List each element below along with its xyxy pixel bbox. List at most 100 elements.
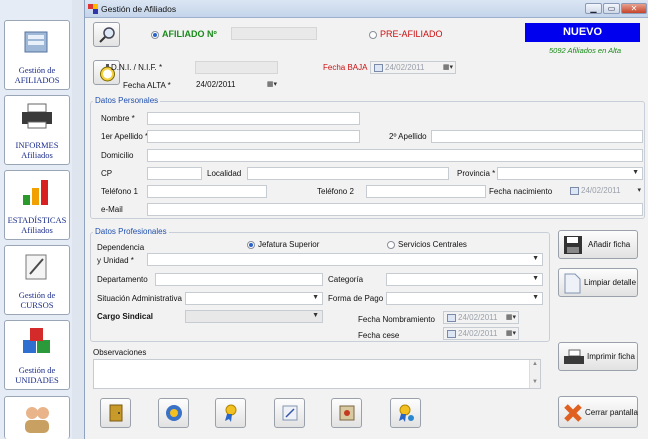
main-window: Gestión de Afiliados ▁ ▭ ✕ AFILIADO Nº P… (84, 0, 648, 439)
info-icon (166, 405, 182, 421)
afiliado-radio[interactable]: AFILIADO Nº (151, 29, 217, 39)
apellido1-field[interactable] (147, 130, 360, 143)
fecha-baja-label: Fecha BAJA (323, 63, 368, 72)
fecha-nac-picker[interactable]: 24/02/2011 ▾ (567, 185, 643, 198)
dependencia-label: Dependencia (97, 243, 145, 252)
fecha-alta-picker[interactable]: 24/02/2011 ▦▾ (193, 79, 279, 92)
award-button[interactable] (215, 398, 246, 428)
sidebar-item-informes[interactable]: INFORMES Afiliados (4, 95, 70, 165)
search-button[interactable] (93, 22, 120, 47)
forma-pago-select[interactable]: ▼ (386, 292, 543, 305)
email-field[interactable] (147, 203, 643, 216)
limpiar-detalle-button[interactable]: Limpiar detalle (558, 268, 638, 297)
folder-icon (24, 31, 48, 53)
servicios-radio[interactable]: Servicios Centrales (387, 240, 467, 249)
departamento-field[interactable] (155, 273, 323, 286)
telefono2-field[interactable] (366, 185, 486, 198)
award-user-button[interactable] (390, 398, 421, 428)
preafiliado-label: PRE-AFILIADO (380, 29, 443, 39)
chevron-down-icon: ▼ (312, 312, 319, 319)
sidebar-label: Afiliados (21, 225, 53, 235)
situacion-select[interactable]: ▼ (185, 292, 323, 305)
bar-chart-icon (23, 180, 48, 205)
nuevo-badge: NUEVO (525, 23, 640, 42)
cp-field[interactable] (147, 167, 202, 180)
note-button[interactable] (274, 398, 305, 428)
unidad-select[interactable]: ▼ (147, 253, 543, 266)
app-root: Gestión de AFILIADOS INFORMES Afiliados ES… (0, 0, 648, 439)
cubes-icon (23, 328, 50, 353)
maximize-button[interactable]: ▭ (603, 3, 620, 14)
fecha-baja-picker[interactable]: 24/02/2011 ▦▾ (370, 61, 456, 74)
categoria-label: Categoría (328, 275, 364, 284)
info-button[interactable] (158, 398, 189, 428)
close-window-button[interactable]: ✕ (621, 3, 647, 14)
categoria-select[interactable]: ▼ (386, 273, 543, 286)
fecha-nombramiento-picker[interactable]: 24/02/2011 ▦▾ (443, 311, 519, 324)
apellido2-label: 2º Apellido (389, 132, 427, 141)
fecha-nac-value: 24/02/2011 (581, 186, 621, 195)
sidebar: Gestión de AFILIADOS INFORMES Afiliados ES… (0, 0, 84, 439)
sidebar-label: CURSOS (20, 300, 54, 310)
cargo-label: Cargo Sindical (97, 312, 154, 321)
sidebar-item-afiliados[interactable]: Gestión de AFILIADOS (4, 20, 70, 90)
imprimir-label: Imprimir ficha (587, 352, 636, 361)
situacion-label: Situación Administrativa (97, 294, 182, 303)
calendar-icon (447, 329, 456, 338)
imprimir-ficha-button[interactable]: Imprimir ficha (558, 342, 638, 371)
close-x-icon (564, 404, 582, 422)
alta-count: 5092 Afiliados en Alta (549, 46, 621, 55)
fecha-nombramiento-label: Fecha Nombramiento (358, 315, 435, 324)
preafiliado-radio[interactable]: PRE-AFILIADO (369, 29, 443, 39)
chevron-down-icon: ▼ (532, 294, 539, 301)
cargo-select[interactable]: ▼ (185, 310, 323, 323)
email-label: e-Mail (101, 205, 123, 214)
datos-personales-title: Datos Personales (93, 96, 161, 105)
afiliado-number-field[interactable] (231, 27, 317, 40)
award-user-icon (399, 404, 414, 422)
servicios-label: Servicios Centrales (398, 240, 467, 249)
nombre-field[interactable] (147, 112, 360, 125)
calendar-icon (570, 186, 579, 195)
observaciones-scrollbar[interactable]: ▲ ▼ (529, 360, 540, 388)
app-icon (88, 4, 98, 14)
fecha-alta-label: Fecha ALTA * (123, 81, 171, 90)
award-icon (225, 404, 237, 422)
datos-profesionales-group (90, 232, 550, 342)
sidebar-item-unidades[interactable]: Gestión de UNIDADES (4, 320, 70, 390)
cerrar-pantalla-button[interactable]: Cerrar pantalla (558, 396, 638, 428)
sidebar-item-estadisticas[interactable]: ESTADÍSTICAS Afiliados (4, 170, 70, 240)
provincia-select[interactable]: ▼ (497, 167, 643, 180)
dni-field[interactable] (195, 61, 278, 74)
anadir-ficha-button[interactable]: Añadir ficha (558, 230, 638, 259)
localidad-field[interactable] (247, 167, 449, 180)
radio-dot (387, 240, 395, 249)
radio-dot (151, 30, 159, 39)
telefono1-label: Teléfono 1 (101, 187, 138, 196)
telefono1-field[interactable] (147, 185, 267, 198)
jefatura-radio[interactable]: Jefatura Superior (247, 240, 319, 249)
apellido2-field[interactable] (431, 130, 643, 143)
clean-icon (564, 273, 581, 294)
sidebar-label: INFORMES (15, 140, 59, 150)
printer-icon (22, 103, 52, 129)
minimize-button[interactable]: ▁ (585, 3, 602, 14)
observaciones-field[interactable] (93, 359, 541, 389)
localidad-label: Localidad (207, 169, 242, 178)
domicilio-field[interactable] (147, 149, 643, 162)
safe-button[interactable] (331, 398, 362, 428)
sidebar-item-usuarios[interactable] (4, 396, 70, 439)
fecha-cese-value: 24/02/2011 (458, 329, 498, 338)
departamento-label: Departamento (97, 275, 148, 284)
chevron-down-icon: ▦▾ (442, 64, 453, 71)
sidebar-scrollbar[interactable] (72, 0, 84, 439)
window-title: Gestión de Afiliados (101, 4, 177, 14)
afiliado-label: AFILIADO Nº (162, 29, 217, 39)
door-button[interactable] (100, 398, 131, 428)
safe-icon (339, 405, 355, 421)
sidebar-item-cursos[interactable]: Gestión de CURSOS (4, 245, 70, 315)
fecha-cese-picker[interactable]: 24/02/2011 ▦▾ (443, 327, 519, 340)
apellido1-label: 1er Apellido * (101, 132, 149, 141)
chevron-down-icon: ▦▾ (505, 314, 516, 321)
fecha-nac-label: Fecha nacimiento (489, 187, 553, 196)
